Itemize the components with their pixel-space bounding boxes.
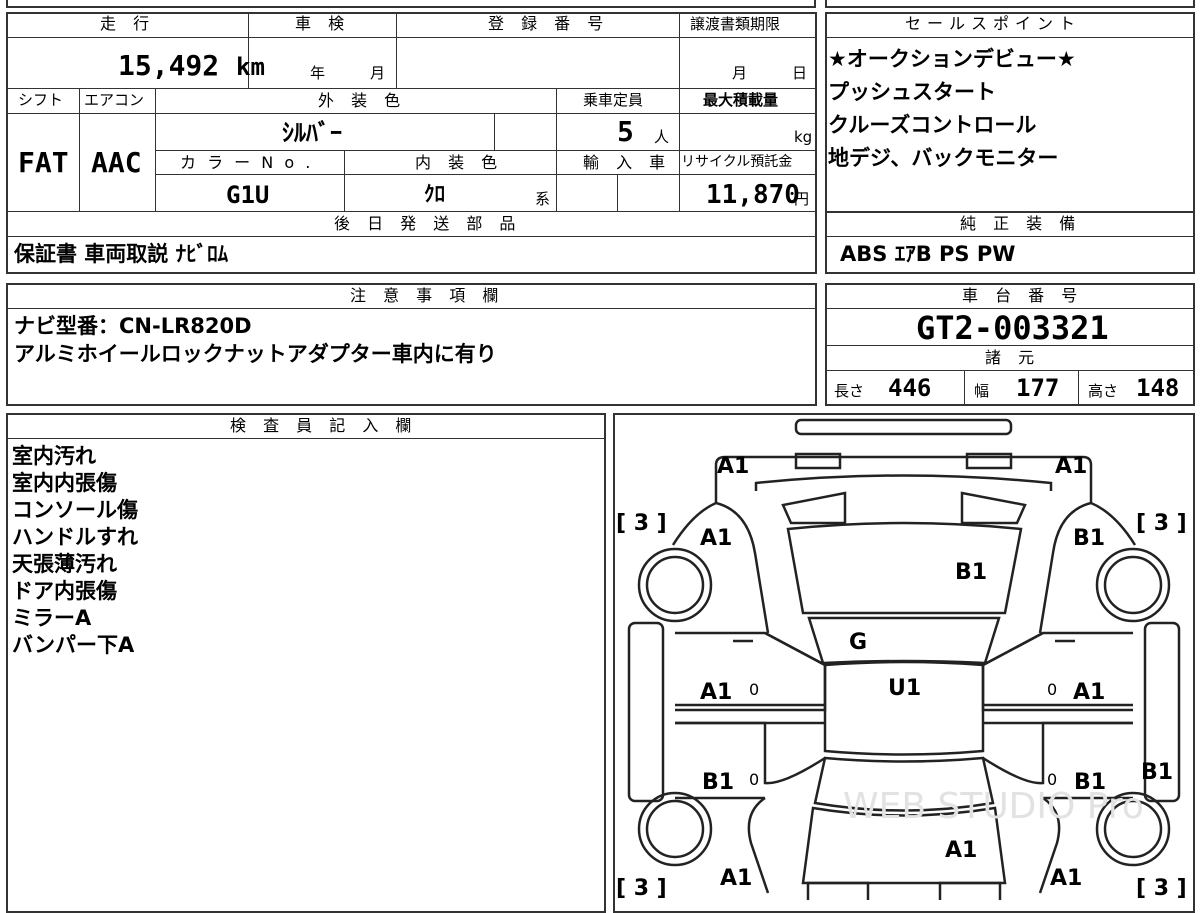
code-rear-door-left: B1 [702, 770, 734, 795]
top-strip [6, 0, 816, 8]
recycle-fee-value: 11,870 [706, 180, 800, 210]
inspection-month: 月 [370, 64, 386, 82]
sales-point-3: クルーズコントロール [828, 113, 1037, 137]
mileage-header: 走 行 [100, 14, 156, 33]
note-2: アルミホイールロックナットアダプター車内に有り [14, 342, 497, 366]
height-value: 148 [1136, 374, 1180, 402]
code-rear-right: A1 [1050, 866, 1082, 891]
inspection-year: 年 [310, 64, 326, 82]
chassis-no-value: GT2-003321 [916, 309, 1109, 347]
pillar-mark: 0 [749, 680, 759, 699]
capacity-value: 5 [617, 115, 634, 148]
code-hood: B1 [955, 560, 987, 585]
import-header: 輸 入 車 [583, 153, 672, 172]
car-diagram: WEB STUDIO Pro [ 3 ] [ 3 ] [ 3 ] [ 3 ] A… [616, 418, 1187, 900]
color-no-value: G1U [226, 181, 270, 209]
top-strip-right [825, 0, 1195, 8]
inspector-note: 室内汚れ [12, 444, 96, 468]
height-label: 高さ [1088, 382, 1119, 400]
capacity-header: 乗車定員 [583, 91, 644, 109]
max-load-unit: kg [794, 128, 813, 146]
inspection-header: 車 検 [295, 14, 351, 33]
length-label: 長さ [834, 382, 865, 400]
aircon-header: エアコン [84, 91, 145, 109]
inspector-note: ドア内張傷 [12, 579, 117, 603]
shift-header: シフト [18, 91, 64, 109]
code-fender-left: A1 [700, 526, 732, 551]
inspector-header: 検 査 員 記 入 欄 [230, 416, 418, 435]
pillar-mark: 0 [1047, 680, 1057, 699]
transfer-day: 日 [792, 64, 808, 82]
length-value: 446 [888, 374, 932, 402]
interior-color-header: 内 装 色 [415, 153, 504, 172]
exterior-color-value: ｼﾙﾊﾞｰ [282, 119, 342, 147]
aircon-value: AAC [91, 146, 142, 179]
transfer-deadline-header: 譲渡書類期限 [690, 15, 781, 33]
recycle-fee-unit: 円 [794, 190, 810, 208]
notes-header: 注 意 事 項 欄 [350, 286, 505, 305]
code-roof: U1 [888, 676, 921, 701]
inspector-note: 天張薄汚れ [12, 552, 117, 576]
inspector-note: バンパー下A [12, 633, 135, 657]
interior-color-value: ｸﾛ [424, 182, 445, 206]
standard-equipment-header: 純 正 装 備 [960, 214, 1082, 233]
code-front-door-right: A1 [1073, 680, 1105, 705]
registration-header: 登 録 番 号 [488, 14, 610, 33]
pillar-mark: 0 [1047, 770, 1057, 789]
tire-mark-front-left: [ 3 ] [616, 511, 667, 536]
exterior-color-header: 外 装 色 [318, 91, 407, 110]
inspector-note: 室内内張傷 [12, 471, 117, 495]
width-value: 177 [1016, 374, 1060, 402]
later-parts-header: 後 日 発 送 部 品 [334, 214, 522, 233]
inspector-notes-list: 室内汚れ 室内内張傷 コンソール傷 ハンドルすれ 天張薄汚れ ドア内張傷 ミラー… [12, 443, 138, 659]
recycle-fee-header: リサイクル預託金 [681, 154, 793, 170]
sales-points-header: セールスポイント [905, 14, 1082, 33]
code-rear-left: A1 [720, 866, 752, 891]
inspector-note: ミラーA [12, 606, 92, 630]
sales-point-2: プッシュスタート [828, 80, 996, 104]
width-label: 幅 [974, 382, 990, 400]
code-trunk: A1 [945, 838, 977, 863]
tire-mark-rear-right: [ 3 ] [1136, 876, 1187, 900]
code-front-door-left: A1 [700, 680, 732, 705]
pillar-mark: 0 [749, 770, 759, 789]
specs-header: 諸 元 [985, 348, 1041, 367]
code-fender-right: B1 [1073, 526, 1105, 551]
code-windshield: G [849, 630, 867, 655]
code-front-left: A1 [717, 454, 749, 479]
mileage-unit: km [236, 53, 265, 81]
shift-value: FAT [18, 146, 69, 179]
note-1: ナビ型番：CN-LR820D [14, 314, 252, 338]
color-no-header: カ ラ ー N o . [180, 153, 314, 172]
mileage-value: 15,492 km [118, 49, 265, 82]
inspector-note: ハンドルすれ [12, 525, 138, 549]
inspector-note: コンソール傷 [12, 498, 138, 522]
sales-point-1: ★オークションデビュー★ [828, 47, 1076, 71]
max-load-header: 最大積載量 [703, 91, 779, 109]
capacity-unit: 人 [654, 128, 670, 146]
interior-suffix: 系 [535, 190, 551, 208]
code-front-right: A1 [1055, 454, 1087, 479]
standard-equipment-value: ABS ｴｱB PS PW [840, 242, 1016, 266]
sales-point-4: 地デジ、バックモニター [828, 146, 1059, 170]
chassis-no-header: 車 台 番 号 [962, 286, 1084, 305]
later-parts-value: 保証書 車両取説 ﾅﾋﾞﾛﾑ [14, 242, 229, 266]
tire-mark-front-right: [ 3 ] [1136, 511, 1187, 536]
code-rear-side-right: B1 [1141, 760, 1173, 785]
tire-mark-rear-left: [ 3 ] [616, 876, 667, 900]
transfer-month: 月 [732, 64, 748, 82]
code-rear-door-right: B1 [1074, 770, 1106, 795]
